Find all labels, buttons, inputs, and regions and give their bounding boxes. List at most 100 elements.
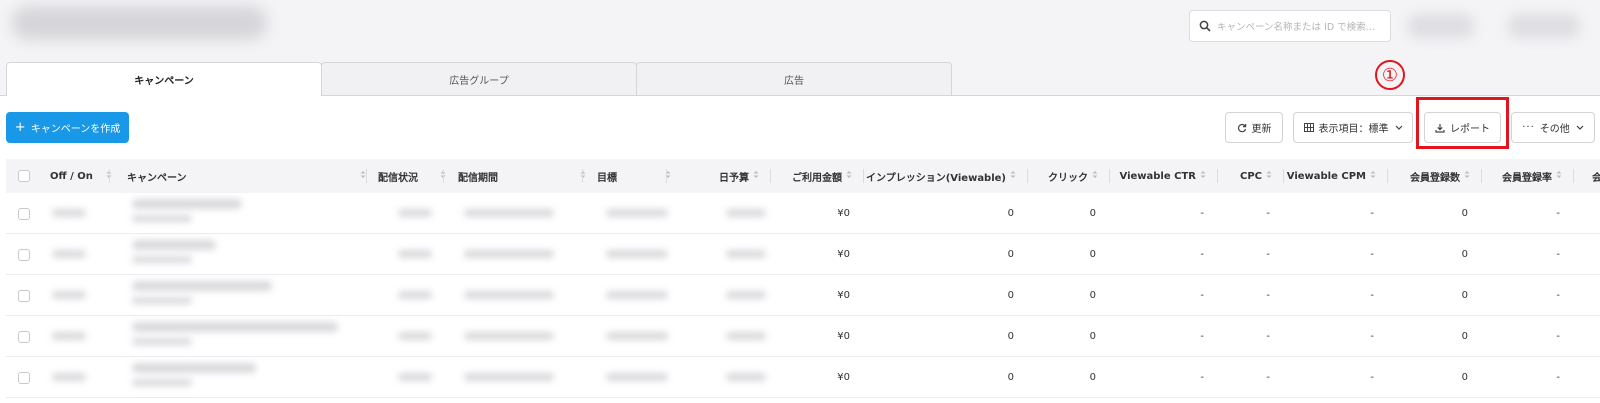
cell-impressions: 0 xyxy=(1007,372,1014,383)
checkbox-box[interactable] xyxy=(18,248,30,261)
checkbox-box[interactable] xyxy=(18,330,30,343)
col-period-header[interactable]: 配信期間 xyxy=(458,159,586,193)
cell-clicks: 0 xyxy=(1089,331,1096,342)
redacted-cell xyxy=(52,291,86,299)
redacted-cell xyxy=(132,215,192,222)
redacted-cell xyxy=(132,240,216,250)
cell-cpm: - xyxy=(1370,331,1374,342)
cell-cpc: - xyxy=(1266,290,1270,301)
sort-icon[interactable] xyxy=(1196,170,1206,182)
row-checkbox[interactable] xyxy=(18,357,30,398)
refresh-button[interactable]: 更新 xyxy=(1225,112,1283,143)
col-spend-header[interactable]: ご利用金額 xyxy=(774,159,864,193)
cell-clicks: 0 xyxy=(1089,249,1096,260)
header-menu-redacted[interactable] xyxy=(1408,14,1474,38)
redacted-cell xyxy=(398,373,432,381)
report-highlight-box xyxy=(1416,97,1509,149)
cell-spend: ¥0 xyxy=(837,372,850,383)
cell-signups: 0 xyxy=(1461,249,1468,260)
col-cpc-label: CPC xyxy=(1239,170,1262,182)
table-row[interactable]: ¥0 0 0 - - - 0 - xyxy=(6,316,1600,357)
sort-icon[interactable] xyxy=(1552,170,1562,182)
cell-cpm: - xyxy=(1370,290,1374,301)
sort-icon[interactable] xyxy=(102,170,112,182)
col-onoff-header[interactable]: Off / On xyxy=(50,159,112,193)
more-options-dropdown[interactable]: ··· その他 xyxy=(1511,112,1595,143)
cell-cpm: - xyxy=(1370,372,1374,383)
sort-icon[interactable] xyxy=(1262,170,1272,182)
redacted-cell xyxy=(606,250,668,258)
col-campaign-header[interactable]: キャンペーン xyxy=(127,159,367,193)
col-daily-budget-header[interactable]: 日予算 xyxy=(681,159,771,193)
main-panel: + キャンペーンを作成 更新 表示項目：標準 レポート ··· その他 Off … xyxy=(0,95,1600,403)
redacted-cell xyxy=(52,209,86,217)
table-body: ¥0 0 0 - - - 0 - ¥0 0 0 - - - 0 - ¥0 0 0 - - - 0 - ¥0 0 0 - - - 0 - ¥0 0 0… xyxy=(6,193,1600,398)
col-signups-header[interactable]: 会員登録数 xyxy=(1390,159,1482,193)
checkbox-box[interactable] xyxy=(18,289,30,302)
cell-ctr: - xyxy=(1200,249,1204,260)
col-cpc-header[interactable]: CPC xyxy=(1220,159,1284,193)
redacted-cell xyxy=(52,250,86,258)
redacted-cell xyxy=(606,291,668,299)
cell-signup-rate: - xyxy=(1556,208,1560,219)
sort-icon[interactable] xyxy=(1088,170,1098,182)
redacted-cell xyxy=(606,332,668,340)
sort-icon[interactable] xyxy=(356,170,366,182)
col-impressions-label: インプレッション(Viewable) xyxy=(866,172,1006,184)
sort-icon[interactable] xyxy=(1460,170,1470,182)
table-row[interactable]: ¥0 0 0 - - - 0 - xyxy=(6,193,1600,234)
tab-ad-group[interactable]: 広告グループ xyxy=(321,62,637,95)
search-box[interactable]: キャンペーン名称または ID で検索... xyxy=(1189,10,1391,42)
col-clicks-header[interactable]: クリック xyxy=(1030,159,1110,193)
plus-icon: + xyxy=(14,120,26,135)
table-row[interactable]: ¥0 0 0 - - - 0 - xyxy=(6,275,1600,316)
create-campaign-button[interactable]: + キャンペーンを作成 xyxy=(6,112,129,143)
row-checkbox[interactable] xyxy=(18,234,30,275)
sort-icon[interactable] xyxy=(749,170,759,182)
sort-icon[interactable] xyxy=(842,170,852,182)
row-checkbox[interactable] xyxy=(18,275,30,316)
col-signup-rate-header[interactable]: 会員登録率 xyxy=(1484,159,1574,193)
sort-icon[interactable] xyxy=(436,170,446,182)
redacted-cell xyxy=(132,363,256,373)
refresh-icon xyxy=(1237,123,1246,132)
tab-ad[interactable]: 広告 xyxy=(636,62,952,95)
checkbox-box[interactable] xyxy=(18,170,30,182)
table-row[interactable]: ¥0 0 0 - - - 0 - xyxy=(6,234,1600,275)
cell-ctr: - xyxy=(1200,290,1204,301)
redacted-cell xyxy=(726,250,766,258)
select-all-checkbox[interactable] xyxy=(18,159,38,193)
col-signups-label: 会員登録数 xyxy=(1410,172,1460,184)
sort-icon[interactable] xyxy=(576,170,586,182)
col-signup-rate-label: 会員登録率 xyxy=(1502,172,1552,184)
checkbox-box[interactable] xyxy=(18,207,30,220)
user-menu-redacted[interactable] xyxy=(1508,14,1580,38)
display-columns-dropdown[interactable]: 表示項目：標準 xyxy=(1293,112,1413,143)
tab-campaign[interactable]: キャンペーン xyxy=(6,62,322,96)
sort-icon[interactable] xyxy=(1366,170,1376,182)
col-viewable-cpm-header[interactable]: Viewable CPM xyxy=(1286,159,1388,193)
cell-signups: 0 xyxy=(1461,372,1468,383)
col-goal-header[interactable]: 目標 xyxy=(597,159,671,193)
col-truncated-header: 会 xyxy=(1592,172,1600,184)
row-checkbox[interactable] xyxy=(18,316,30,357)
col-status-header[interactable]: 配信状況 xyxy=(378,159,446,193)
redacted-cell xyxy=(398,209,432,217)
redacted-cell xyxy=(464,373,554,381)
top-bar: キャンペーン名称または ID で検索... xyxy=(0,0,1600,62)
redacted-cell xyxy=(464,291,554,299)
search-input[interactable]: キャンペーン名称または ID で検索... xyxy=(1217,19,1375,33)
cell-impressions: 0 xyxy=(1007,331,1014,342)
annotation-marker: ① xyxy=(1375,60,1405,90)
redacted-cell xyxy=(132,379,192,386)
col-viewable-ctr-header[interactable]: Viewable CTR xyxy=(1112,159,1218,193)
checkbox-box[interactable] xyxy=(18,371,30,384)
columns-icon xyxy=(1303,123,1314,132)
table-row[interactable]: ¥0 0 0 - - - 0 - xyxy=(6,357,1600,398)
sort-icon[interactable] xyxy=(1006,170,1016,182)
cell-ctr: - xyxy=(1200,208,1204,219)
more-options-label: その他 xyxy=(1539,124,1570,135)
sort-icon[interactable] xyxy=(661,170,671,182)
col-impressions-header[interactable]: インプレッション(Viewable) xyxy=(866,159,1028,193)
row-checkbox[interactable] xyxy=(18,193,30,234)
